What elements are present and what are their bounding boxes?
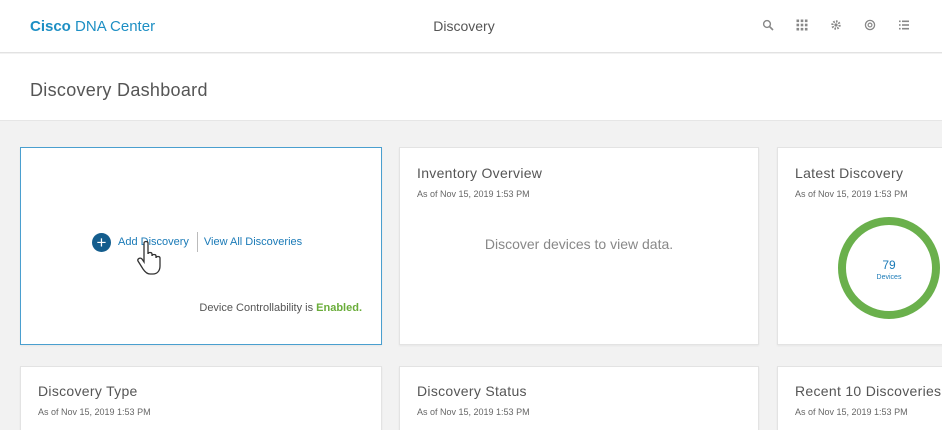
card-title: Recent 10 Discoveries [795,383,942,399]
card-title: Discovery Type [38,383,138,399]
card-timestamp: As of Nov 15, 2019 1:53 PM [38,407,151,417]
card-timestamp: As of Nov 15, 2019 1:53 PM [417,189,530,199]
card-title: Discovery Status [417,383,527,399]
latest-discovery-card[interactable]: Latest Discovery As of Nov 15, 2019 1:53… [777,147,942,345]
page-title: Discovery Dashboard [30,80,208,100]
device-count-label: Devices [876,274,902,281]
header-icons [760,16,912,34]
view-all-discoveries-link[interactable]: View All Discoveries [204,236,302,248]
card-timestamp: As of Nov 15, 2019 1:53 PM [795,189,908,199]
controllability-prefix: Device Controllability is [199,302,314,314]
device-controllability-text: Device Controllability is Enabled. [199,302,362,314]
gear-icon[interactable] [828,16,844,34]
controllability-status: Enabled. [316,302,362,314]
page-header: Discovery Dashboard [0,54,942,121]
empty-state-message: Discover devices to view data. [484,236,674,252]
top-navigation-bar: Cisco DNA Center Discovery [0,0,942,53]
add-discovery-plus-icon[interactable]: + [92,232,111,252]
discovery-status-card[interactable]: Discovery Status As of Nov 15, 2019 1:53… [399,366,759,430]
card-title: Latest Discovery [795,165,904,181]
recent-discoveries-card[interactable]: Recent 10 Discoveries As of Nov 15, 2019… [777,366,942,430]
help-icon[interactable] [862,16,878,34]
card-timestamp: As of Nov 15, 2019 1:53 PM [417,407,530,417]
card-title: Inventory Overview [417,165,543,181]
add-discovery-card: + Add Discovery View All Discoveries Dev… [20,147,382,345]
discovery-type-card[interactable]: Discovery Type As of Nov 15, 2019 1:53 P… [20,366,382,430]
add-discovery-actions: + Add Discovery View All Discoveries [92,232,302,252]
search-icon[interactable] [760,16,776,34]
inventory-overview-card[interactable]: Inventory Overview As of Nov 15, 2019 1:… [399,147,759,345]
card-timestamp: As of Nov 15, 2019 1:53 PM [795,407,908,417]
hand-cursor-icon [137,240,161,275]
link-separator [196,232,198,252]
menu-list-icon[interactable] [896,16,912,34]
apps-grid-icon[interactable] [794,16,810,34]
device-count-value: 79 [882,258,896,272]
